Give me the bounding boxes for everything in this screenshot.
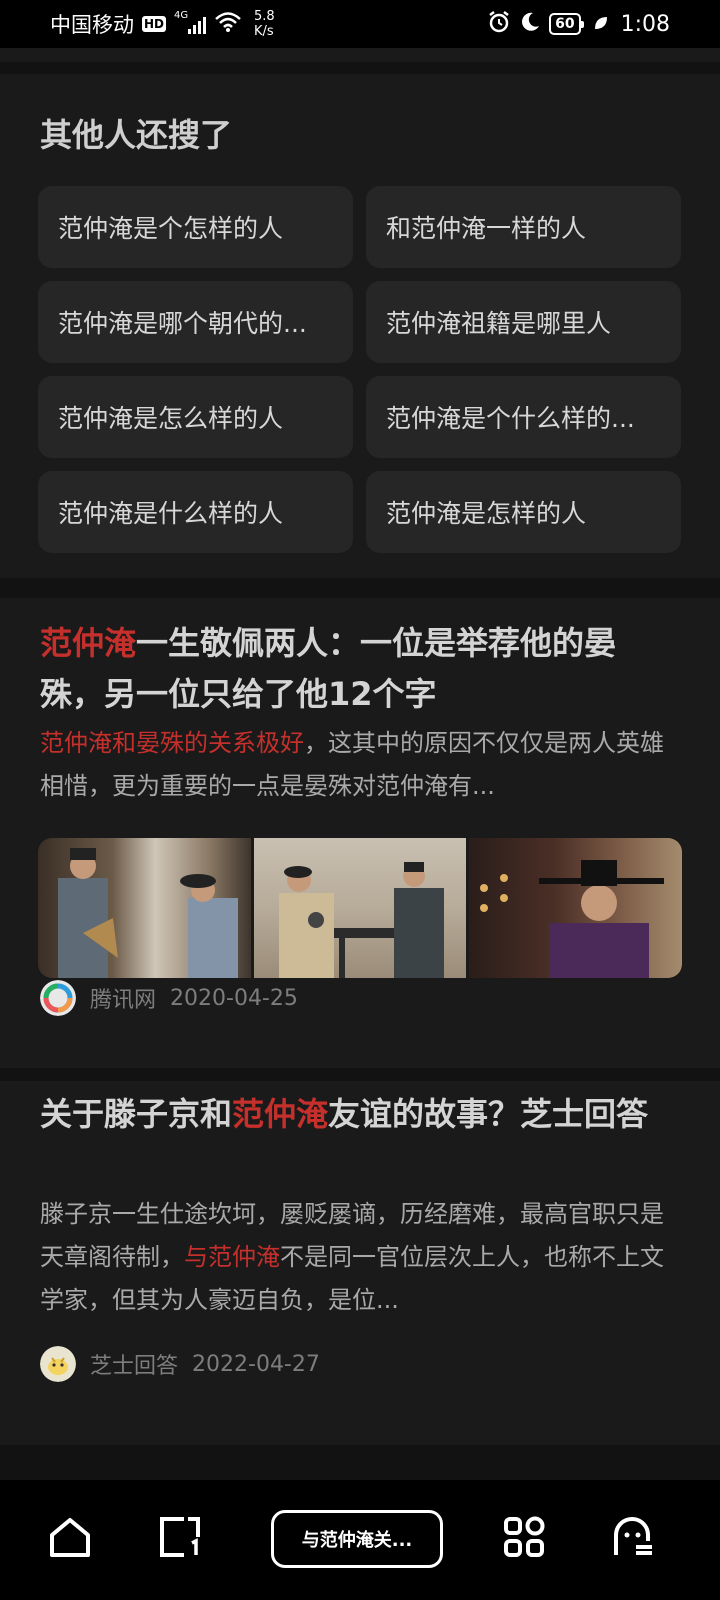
article-thumbnail[interactable] bbox=[253, 838, 467, 978]
network-type: 4G bbox=[174, 10, 189, 21]
net-speed-value: 5.8 bbox=[254, 9, 275, 24]
net-speed-unit: K/s bbox=[254, 24, 274, 39]
article-meta: 芝士回答 2022-04-27 bbox=[40, 1346, 320, 1382]
article-snippet: 范仲淹和晏殊的关系极好，这其中的原因不仅仅是两人英雄相惜，更为重要的一点是晏殊对… bbox=[40, 722, 680, 808]
related-search-chip[interactable]: 范仲淹是个什么样的... bbox=[366, 376, 681, 458]
clock: 1:08 bbox=[620, 11, 670, 37]
related-search-chip[interactable]: 范仲淹是怎么样的人 bbox=[38, 376, 353, 458]
related-search-chip[interactable]: 范仲淹是怎样的人 bbox=[366, 471, 681, 553]
related-searches-card: 其他人还搜了 范仲淹是个怎样的人 和范仲淹一样的人 范仲淹是哪个朝代的... 范… bbox=[0, 74, 720, 578]
article-date: 2020-04-25 bbox=[170, 985, 298, 1011]
bottom-navigation: 与范仲淹关... bbox=[0, 1480, 720, 1600]
carrier-label: 中国移动 bbox=[50, 13, 134, 37]
related-search-chip[interactable]: 范仲淹是个怎样的人 bbox=[38, 186, 353, 268]
article-date: 2022-04-27 bbox=[192, 1351, 320, 1377]
article-card[interactable]: 范仲淹一生敬佩两人：一位是举荐他的晏殊，另一位只给了他12个字 范仲淹和晏殊的关… bbox=[0, 598, 720, 1068]
alarm-icon bbox=[487, 10, 511, 39]
related-search-chip[interactable]: 范仲淹是哪个朝代的... bbox=[38, 281, 353, 363]
related-search-chip[interactable]: 范仲淹是什么样的人 bbox=[38, 471, 353, 553]
article-card[interactable]: 关于滕子京和范仲淹友谊的故事？芝士回答 滕子京一生仕途坎坷，屡贬屡谪，历经磨难，… bbox=[0, 1081, 720, 1445]
title-text: 关于滕子京和 bbox=[40, 1095, 233, 1133]
article-source[interactable]: 腾讯网 bbox=[90, 982, 156, 1014]
article-thumbnail[interactable] bbox=[38, 838, 251, 978]
zhishi-logo bbox=[40, 1346, 76, 1382]
article-title[interactable]: 范仲淹一生敬佩两人：一位是举荐他的晏殊，另一位只给了他12个字 bbox=[40, 618, 680, 720]
moon-icon bbox=[519, 11, 541, 38]
article-title[interactable]: 关于滕子京和范仲淹友谊的故事？芝士回答 bbox=[40, 1089, 680, 1140]
status-bar: 中国移动 HD 4G 5.8 K/s 60 1:08 bbox=[0, 0, 720, 48]
previous-card-edge bbox=[0, 48, 720, 62]
hd-badge: HD bbox=[142, 16, 167, 32]
snippet-highlight: 范仲淹和晏殊的关系极好 bbox=[40, 729, 304, 757]
leaf-icon bbox=[593, 12, 609, 36]
home-icon[interactable] bbox=[48, 1515, 92, 1559]
article-source[interactable]: 芝士回答 bbox=[90, 1348, 178, 1380]
related-search-chip[interactable]: 范仲淹祖籍是哪里人 bbox=[366, 281, 681, 363]
article-snippet: 滕子京一生仕途坎坷，屡贬屡谪，历经磨难，最高官职只是天章阁待制，与范仲淹不是同一… bbox=[40, 1193, 680, 1322]
title-text: 友谊的故事？芝士回答 bbox=[328, 1095, 649, 1133]
current-query-button[interactable]: 与范仲淹关... bbox=[271, 1510, 443, 1568]
article-image-strip[interactable] bbox=[38, 838, 682, 978]
snippet-highlight: 与范仲淹 bbox=[184, 1243, 280, 1271]
profile-icon[interactable] bbox=[612, 1515, 656, 1559]
battery-indicator: 60 bbox=[549, 13, 585, 35]
tencent-logo bbox=[40, 980, 76, 1016]
title-highlight: 范仲淹 bbox=[232, 1095, 329, 1133]
apps-icon[interactable] bbox=[502, 1515, 546, 1559]
article-meta: 腾讯网 2020-04-25 bbox=[40, 980, 298, 1016]
wifi-icon bbox=[214, 11, 242, 38]
related-searches-title: 其他人还搜了 bbox=[40, 116, 233, 154]
article-thumbnail[interactable] bbox=[469, 838, 682, 978]
net-speed: 5.8 K/s bbox=[254, 9, 275, 39]
signal-icon: 4G bbox=[174, 10, 207, 34]
title-highlight: 范仲淹 bbox=[40, 624, 137, 662]
tabs-icon[interactable] bbox=[158, 1515, 202, 1559]
related-search-chip[interactable]: 和范仲淹一样的人 bbox=[366, 186, 681, 268]
